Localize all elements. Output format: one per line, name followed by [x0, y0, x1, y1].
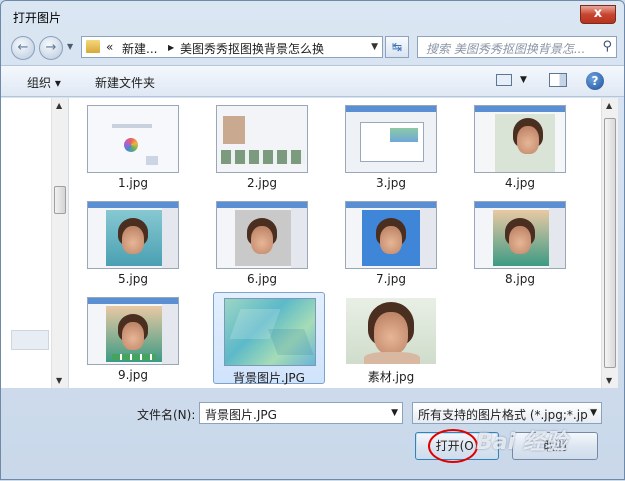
toolbar: 组织 ▾ 新建文件夹 ▼ ? — [1, 65, 624, 97]
forward-button[interactable]: → — [39, 36, 63, 60]
file-item[interactable]: 9.jpg — [77, 292, 189, 384]
file-item[interactable]: 素材.jpg — [335, 292, 447, 384]
file-thumbnail — [216, 201, 308, 269]
nav-pane-selected-item[interactable] — [11, 330, 49, 350]
file-thumbnail — [224, 298, 316, 366]
view-dropdown-icon[interactable]: ▼ — [520, 75, 527, 85]
folder-icon — [86, 40, 100, 53]
file-type-dropdown-icon[interactable]: ▼ — [588, 408, 597, 418]
breadcrumb-overflow[interactable]: « — [106, 40, 113, 54]
breadcrumb-item-new[interactable]: 新建... — [122, 40, 157, 57]
open-image-dialog: 打开图片 x ← → ▼ « 新建... ▶ 美图秀秀抠图换背景怎么换 ▼ ↹ … — [0, 0, 625, 480]
file-thumbnail — [216, 105, 308, 173]
close-button[interactable]: x — [580, 5, 616, 24]
nav-pane-scrollbar[interactable]: ▲ ▼ — [51, 98, 68, 388]
help-button[interactable]: ? — [586, 72, 604, 90]
file-type-value: 所有支持的图片格式 (*.jpg;*.jp — [418, 408, 588, 422]
file-item[interactable]: 8.jpg — [464, 196, 576, 288]
file-item[interactable]: 3.jpg — [335, 100, 447, 192]
file-thumbnail — [87, 105, 179, 173]
file-name: 9.jpg — [117, 368, 149, 382]
preview-pane-icon[interactable] — [549, 73, 567, 87]
navigation-bar: ← → ▼ « 新建... ▶ 美图秀秀抠图换背景怎么换 ▼ ↹ 搜索 美图秀秀… — [1, 31, 624, 63]
recent-locations-dropdown-icon[interactable]: ▼ — [67, 42, 73, 51]
breadcrumb-separator-icon[interactable]: ▶ — [168, 43, 174, 52]
nav-pane-scroll-thumb[interactable] — [54, 186, 66, 214]
file-name: 素材.jpg — [367, 370, 415, 384]
file-item[interactable]: 6.jpg — [206, 196, 318, 288]
file-item[interactable]: 1.jpg — [77, 100, 189, 192]
file-list: 1.jpg 2.jpg 3.jpg 4.jpg 5.jpg 6.jpg 7.jp… — [69, 98, 618, 388]
refresh-button[interactable]: ↹ — [385, 36, 409, 58]
file-thumbnail — [345, 105, 437, 173]
search-box[interactable]: 搜索 美图秀秀抠图换背景怎... ⚲ — [417, 36, 617, 58]
file-thumbnail — [474, 105, 566, 173]
organize-button[interactable]: 组织 ▾ — [27, 74, 61, 91]
dialog-title: 打开图片 — [13, 11, 62, 25]
file-thumbnail — [345, 297, 437, 365]
file-item-selected[interactable]: 背景图片.JPG — [213, 292, 325, 385]
file-item[interactable]: 4.jpg — [464, 100, 576, 192]
file-type-select[interactable]: 所有支持的图片格式 (*.jpg;*.jp ▼ — [412, 402, 602, 424]
filename-value: 背景图片.JPG — [205, 408, 277, 422]
file-thumbnail — [87, 297, 179, 365]
file-name: 7.jpg — [375, 272, 407, 286]
filename-input[interactable]: 背景图片.JPG ▼ — [199, 402, 403, 424]
search-placeholder: 搜索 美图秀秀抠图换背景怎... — [426, 42, 586, 56]
file-name: 1.jpg — [117, 176, 149, 190]
breadcrumb-item-folder[interactable]: 美图秀秀抠图换背景怎么换 — [180, 40, 324, 57]
back-button[interactable]: ← — [11, 36, 35, 60]
filename-label: 文件名(N): — [137, 408, 196, 422]
search-icon[interactable]: ⚲ — [602, 39, 612, 54]
scroll-down-arrow-icon[interactable]: ▼ — [56, 376, 62, 385]
file-name: 背景图片.JPG — [233, 371, 305, 385]
dialog-footer: 文件名(N): 背景图片.JPG ▼ 所有支持的图片格式 (*.jpg;*.jp… — [1, 389, 624, 481]
file-name: 4.jpg — [504, 176, 536, 190]
view-icon[interactable] — [496, 74, 512, 86]
file-thumbnail — [474, 201, 566, 269]
address-bar[interactable]: « 新建... ▶ 美图秀秀抠图换背景怎么换 ▼ — [81, 36, 383, 58]
watermark: Bai 经验 — [476, 430, 567, 455]
file-thumbnail — [87, 201, 179, 269]
title-bar: 打开图片 x — [1, 1, 624, 31]
annotation-circle — [428, 429, 478, 463]
navigation-pane: ▲ ▼ — [1, 98, 69, 388]
file-name: 3.jpg — [375, 176, 407, 190]
filename-dropdown-icon[interactable]: ▼ — [391, 408, 398, 418]
file-item[interactable]: 2.jpg — [206, 100, 318, 192]
file-name: 6.jpg — [246, 272, 278, 286]
scroll-down-arrow-icon[interactable]: ▼ — [606, 376, 612, 385]
file-item[interactable]: 5.jpg — [77, 196, 189, 288]
file-name: 5.jpg — [117, 272, 149, 286]
file-name: 8.jpg — [504, 272, 536, 286]
file-list-scroll-thumb[interactable] — [604, 118, 616, 368]
scroll-up-arrow-icon[interactable]: ▲ — [56, 101, 62, 110]
file-thumbnail — [345, 201, 437, 269]
file-item[interactable]: 7.jpg — [335, 196, 447, 288]
new-folder-button[interactable]: 新建文件夹 — [95, 74, 155, 91]
file-list-scrollbar[interactable]: ▲ ▼ — [601, 98, 618, 388]
address-dropdown-icon[interactable]: ▼ — [371, 42, 378, 52]
file-name: 2.jpg — [246, 176, 278, 190]
scroll-up-arrow-icon[interactable]: ▲ — [606, 101, 612, 110]
